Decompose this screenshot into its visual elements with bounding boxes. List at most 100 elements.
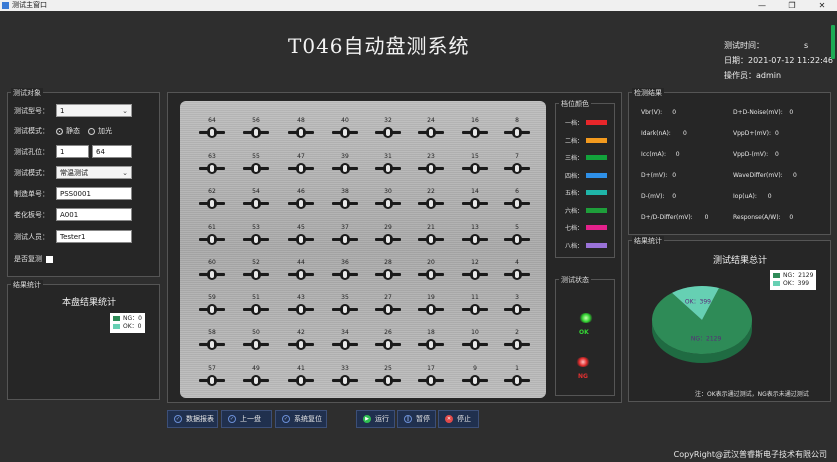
test-socket[interactable] (243, 375, 269, 386)
result-value: 0 (675, 151, 680, 158)
board-input[interactable]: A001 (56, 208, 132, 221)
test-socket[interactable] (504, 127, 530, 138)
test-socket[interactable] (288, 127, 314, 138)
test-socket[interactable] (504, 269, 530, 280)
test-socket[interactable] (418, 269, 444, 280)
test-socket[interactable] (199, 163, 225, 174)
test-socket[interactable] (504, 234, 530, 245)
test-socket[interactable] (288, 375, 314, 386)
radio-static[interactable]: 静态 (56, 126, 80, 136)
main-window: 测试主窗口 — ❐ ✕ T046自动盘测系统 测试时间： s 日期：2021-07… (0, 0, 837, 462)
test-socket[interactable] (199, 269, 225, 280)
maximize-button[interactable]: ❐ (777, 0, 807, 11)
test-socket[interactable] (375, 269, 401, 280)
grade-color-swatch (586, 190, 608, 195)
test-socket[interactable] (375, 304, 401, 315)
test-socket[interactable] (332, 339, 358, 350)
test-socket[interactable] (243, 163, 269, 174)
test-socket[interactable] (504, 163, 530, 174)
test-mode-select[interactable]: 常温测试 ⌄ (56, 166, 132, 179)
test-socket[interactable] (462, 127, 488, 138)
test-socket[interactable] (418, 375, 444, 386)
model-select[interactable]: 1 ⌄ (56, 104, 132, 117)
socket-number: 28 (384, 259, 392, 266)
test-socket[interactable] (243, 339, 269, 350)
test-socket[interactable] (375, 198, 401, 209)
retest-checkbox[interactable] (46, 255, 53, 263)
test-socket[interactable] (418, 127, 444, 138)
hole-to-input[interactable]: 64 (92, 145, 132, 158)
hole-from-input[interactable]: 1 (56, 145, 89, 158)
result-pie-chart: NG：2129 OK：399 (652, 286, 752, 363)
total-stats-title: 结果统计 (632, 236, 664, 246)
socket-number: 19 (427, 294, 435, 301)
test-socket[interactable] (199, 198, 225, 209)
minimize-button[interactable]: — (747, 0, 777, 11)
test-socket[interactable] (375, 339, 401, 350)
test-socket[interactable] (288, 304, 314, 315)
result-value: 0 (704, 214, 709, 221)
test-socket[interactable] (375, 375, 401, 386)
pause-button[interactable]: ‖ 暂停 (397, 410, 436, 428)
test-socket[interactable] (199, 339, 225, 350)
test-socket[interactable] (504, 339, 530, 350)
test-socket[interactable] (243, 269, 269, 280)
test-socket[interactable] (375, 163, 401, 174)
test-socket[interactable] (288, 198, 314, 209)
test-socket[interactable] (243, 234, 269, 245)
test-socket[interactable] (504, 198, 530, 209)
socket-number: 39 (341, 153, 349, 160)
test-socket[interactable] (418, 234, 444, 245)
test-socket[interactable] (462, 339, 488, 350)
test-socket[interactable] (288, 163, 314, 174)
test-socket[interactable] (418, 163, 444, 174)
system-reset-button[interactable]: ✓ 系统复位 (275, 410, 327, 428)
test-socket[interactable] (199, 234, 225, 245)
report-button[interactable]: ✓ 数据报表 (167, 410, 218, 428)
test-socket[interactable] (332, 163, 358, 174)
radio-light[interactable]: 加光 (88, 126, 112, 136)
test-socket[interactable] (288, 234, 314, 245)
test-socket[interactable] (462, 269, 488, 280)
prev-plate-button[interactable]: ✓ 上一盘 (221, 410, 272, 428)
test-socket[interactable] (199, 375, 225, 386)
test-socket[interactable] (243, 198, 269, 209)
test-socket[interactable] (462, 304, 488, 315)
test-socket[interactable] (375, 234, 401, 245)
test-socket[interactable] (199, 304, 225, 315)
ok-count: OK：0 (123, 323, 142, 330)
stop-button[interactable]: ✕ 停止 (438, 410, 479, 428)
tester-row: 测试人员： Tester1 (14, 230, 132, 243)
test-socket[interactable] (462, 163, 488, 174)
test-socket[interactable] (418, 198, 444, 209)
grade-label: 八档： (565, 242, 584, 250)
socket-number: 13 (471, 224, 479, 231)
socket-number: 59 (208, 294, 216, 301)
test-socket[interactable] (332, 375, 358, 386)
test-socket[interactable] (243, 304, 269, 315)
test-socket[interactable] (462, 198, 488, 209)
test-socket[interactable] (375, 127, 401, 138)
test-socket[interactable] (418, 304, 444, 315)
test-socket[interactable] (462, 234, 488, 245)
test-socket[interactable] (462, 375, 488, 386)
scrollbar-thumb[interactable] (831, 25, 835, 59)
test-socket[interactable] (332, 198, 358, 209)
test-socket[interactable] (332, 127, 358, 138)
test-socket[interactable] (288, 269, 314, 280)
test-socket[interactable] (504, 375, 530, 386)
test-socket[interactable] (199, 127, 225, 138)
test-socket[interactable] (243, 127, 269, 138)
order-input[interactable]: PSS0001 (56, 187, 132, 200)
close-button[interactable]: ✕ (807, 0, 837, 11)
test-socket[interactable] (288, 339, 314, 350)
run-button[interactable]: ▶ 运行 (356, 410, 395, 428)
test-socket[interactable] (332, 269, 358, 280)
test-socket[interactable] (332, 304, 358, 315)
grade-color-swatch (586, 120, 608, 125)
tester-input[interactable]: Tester1 (56, 230, 132, 243)
test-socket[interactable] (504, 304, 530, 315)
window-title: 测试主窗口 (12, 1, 47, 9)
test-socket[interactable] (332, 234, 358, 245)
test-socket[interactable] (418, 339, 444, 350)
